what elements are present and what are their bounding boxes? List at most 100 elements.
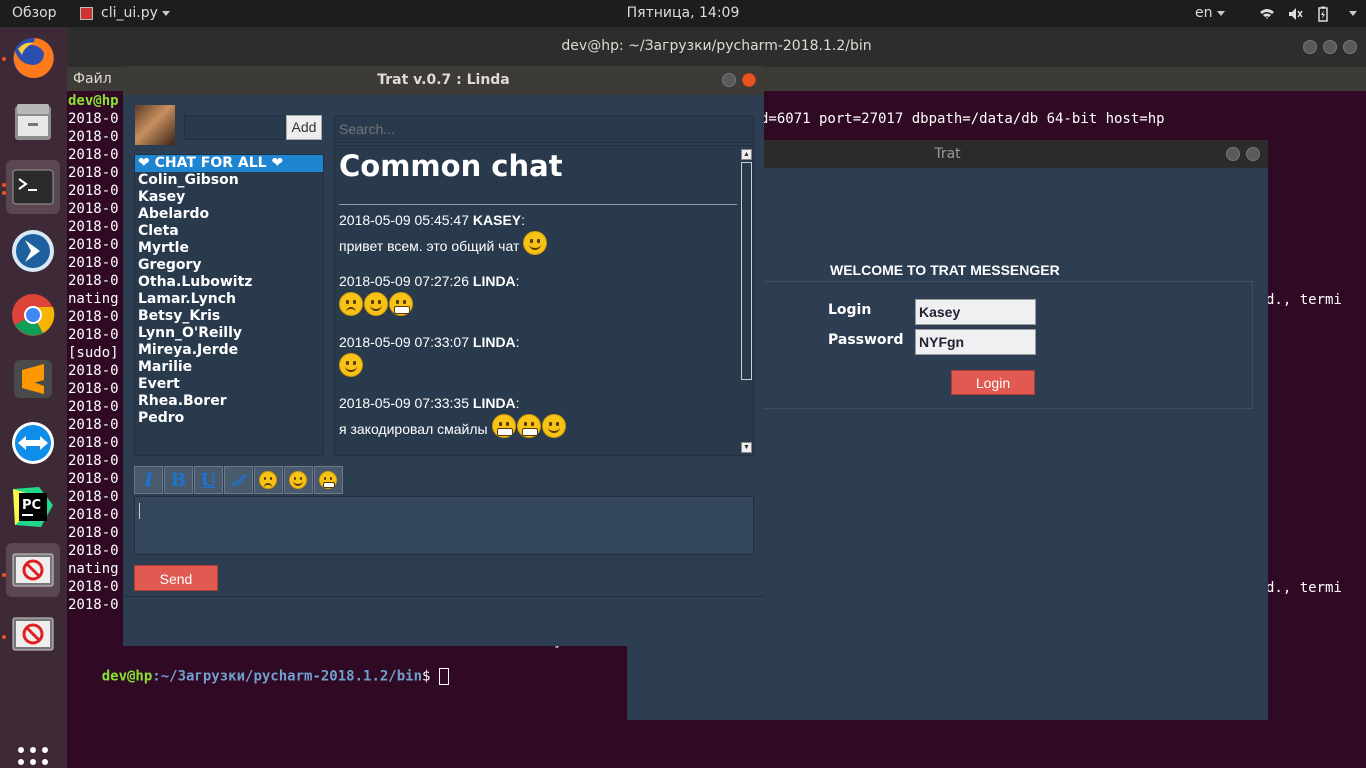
- message-header: 2018-05-09 07:33:35 LINDA:: [339, 395, 520, 411]
- message-input[interactable]: [134, 496, 754, 555]
- contact-item[interactable]: Gregory: [135, 257, 323, 274]
- happy-smiley-icon: [541, 414, 566, 438]
- maximize-button[interactable]: [1323, 40, 1337, 54]
- message-view: Common chat 2018-05-09 05:45:47 KASEY: пр…: [334, 145, 754, 456]
- scroll-up-arrow-icon[interactable]: ▲: [741, 149, 752, 160]
- menu-file[interactable]: Файл: [73, 71, 112, 87]
- contact-item[interactable]: Otha.Lubowitz: [135, 274, 323, 291]
- contact-item[interactable]: Cleta: [135, 223, 323, 240]
- scrollbar[interactable]: ▲ ▼: [739, 146, 753, 455]
- contact-item[interactable]: Kasey: [135, 189, 323, 206]
- chat-window[interactable]: Trat v.0.7 : Linda Add ❤ CHAT FOR ALL ❤ C…: [123, 66, 764, 646]
- minimize-button[interactable]: [722, 73, 736, 87]
- italic-button[interactable]: I: [134, 466, 163, 494]
- add-contact-input[interactable]: [184, 115, 285, 140]
- battery-icon[interactable]: [1315, 6, 1331, 22]
- login-button[interactable]: Login: [951, 370, 1035, 395]
- contact-item[interactable]: Rhea.Borer: [135, 393, 323, 410]
- wifi-icon[interactable]: [1259, 6, 1275, 22]
- avatar[interactable]: [135, 105, 175, 145]
- welcome-heading: WELCOME TO TRAT MESSENGER: [830, 262, 1060, 278]
- grimace-smiley-icon: [389, 292, 413, 316]
- minimize-button[interactable]: [1226, 147, 1240, 161]
- password-label: Password: [828, 332, 904, 348]
- trat-app-icon[interactable]: [6, 543, 60, 597]
- keyboard-layout-label: en: [1195, 5, 1213, 21]
- happy-smiley-icon: [289, 471, 307, 489]
- trat-app-icon-2[interactable]: [6, 607, 60, 661]
- terminal-line: 2018-0: [68, 435, 119, 451]
- contact-item[interactable]: Lynn_O'Reilly: [135, 325, 323, 342]
- add-contact-button[interactable]: Add: [286, 115, 322, 140]
- contact-item[interactable]: Betsy_Kris: [135, 308, 323, 325]
- pycharm-icon[interactable]: PC: [6, 480, 60, 534]
- system-menu-chevron-icon[interactable]: [1349, 11, 1357, 16]
- firefox-icon[interactable]: [6, 31, 60, 85]
- volume-muted-icon[interactable]: [1287, 6, 1303, 22]
- login-field[interactable]: [915, 299, 1036, 325]
- contact-item[interactable]: Abelardo: [135, 206, 323, 223]
- app-menu-label[interactable]: cli_ui.py: [101, 5, 170, 21]
- telegram-icon[interactable]: [6, 224, 60, 278]
- close-button[interactable]: [1246, 147, 1260, 161]
- smiley-grimace-button[interactable]: [314, 466, 343, 494]
- chevron-down-icon: [161, 10, 170, 16]
- terminal-line: 2018-0: [68, 453, 119, 469]
- contact-item[interactable]: Marilie: [135, 359, 323, 376]
- close-button[interactable]: [742, 73, 756, 87]
- terminal-prompt[interactable]: dev@hp:~/Загрузки/pycharm-2018.1.2/bin$: [68, 652, 449, 701]
- top-bar: Обзор cli_ui.py Пятница, 14:09 en: [0, 0, 1366, 27]
- search-input[interactable]: [334, 115, 754, 143]
- terminal-line: 2018-0: [68, 237, 119, 253]
- close-button[interactable]: [1343, 40, 1357, 54]
- bold-button[interactable]: B: [164, 466, 193, 494]
- scrollbar-thumb[interactable]: [741, 162, 752, 380]
- message-body: привет всем. это общий чат: [339, 231, 548, 255]
- message-text: привет всем. это общий чат: [339, 238, 520, 254]
- message-header: 2018-05-09 07:33:07 LINDA:: [339, 334, 520, 350]
- contact-item[interactable]: Lamar.Lynch: [135, 291, 323, 308]
- contact-item[interactable]: Mireya.Jerde: [135, 342, 323, 359]
- terminal-line: 2018-0: [68, 165, 119, 181]
- send-button[interactable]: Send: [134, 565, 218, 591]
- brush-button[interactable]: [224, 466, 253, 494]
- clock-text[interactable]: Пятница, 14:09: [627, 5, 740, 21]
- sad-smiley-icon: [259, 471, 277, 489]
- contact-item[interactable]: Pedro: [135, 410, 323, 427]
- terminal-line: 2018-0: [68, 525, 119, 541]
- grimace-smiley-icon: [491, 414, 516, 438]
- show-applications-icon[interactable]: [18, 747, 48, 768]
- terminal-line: 2018-0: [68, 147, 119, 163]
- keyboard-layout[interactable]: en: [1195, 5, 1225, 21]
- message-text: я закодировал смайлы: [339, 421, 488, 437]
- terminal-line: 2018-0: [68, 399, 119, 415]
- app-name: cli_ui.py: [101, 5, 158, 21]
- sublime-text-icon[interactable]: [6, 352, 60, 406]
- terminal-line: 2018-0: [68, 129, 119, 145]
- activities-button[interactable]: Обзор: [12, 5, 57, 21]
- sad-smiley-icon: [339, 292, 363, 316]
- terminal-titlebar[interactable]: dev@hp: ~/Загрузки/pycharm-2018.1.2/bin: [67, 27, 1366, 67]
- happy-smiley-icon: [523, 231, 548, 255]
- message-body: [339, 353, 364, 377]
- smiley-happy-button[interactable]: [284, 466, 313, 494]
- password-field[interactable]: [915, 329, 1036, 355]
- divider: [339, 204, 737, 205]
- chrome-icon[interactable]: [6, 288, 60, 342]
- terminal-icon[interactable]: [6, 160, 60, 214]
- teamviewer-icon[interactable]: [6, 416, 60, 470]
- scroll-down-arrow-icon[interactable]: ▼: [741, 442, 752, 453]
- message-body: я закодировал смайлы: [339, 414, 567, 438]
- contact-item[interactable]: Colin_Gibson: [135, 172, 323, 189]
- minimize-button[interactable]: [1303, 40, 1317, 54]
- contact-item-chat-for-all[interactable]: ❤ CHAT FOR ALL ❤: [135, 155, 323, 172]
- files-icon[interactable]: [6, 95, 60, 149]
- contact-item[interactable]: Myrtle: [135, 240, 323, 257]
- brush-icon: [230, 474, 247, 486]
- app-menu-icon[interactable]: [80, 7, 93, 20]
- contact-item[interactable]: Evert: [135, 376, 323, 393]
- chat-titlebar[interactable]: Trat v.0.7 : Linda: [123, 66, 764, 95]
- terminal-line: nating: [68, 291, 119, 307]
- smiley-sad-button[interactable]: [254, 466, 283, 494]
- underline-button[interactable]: U: [194, 466, 223, 494]
